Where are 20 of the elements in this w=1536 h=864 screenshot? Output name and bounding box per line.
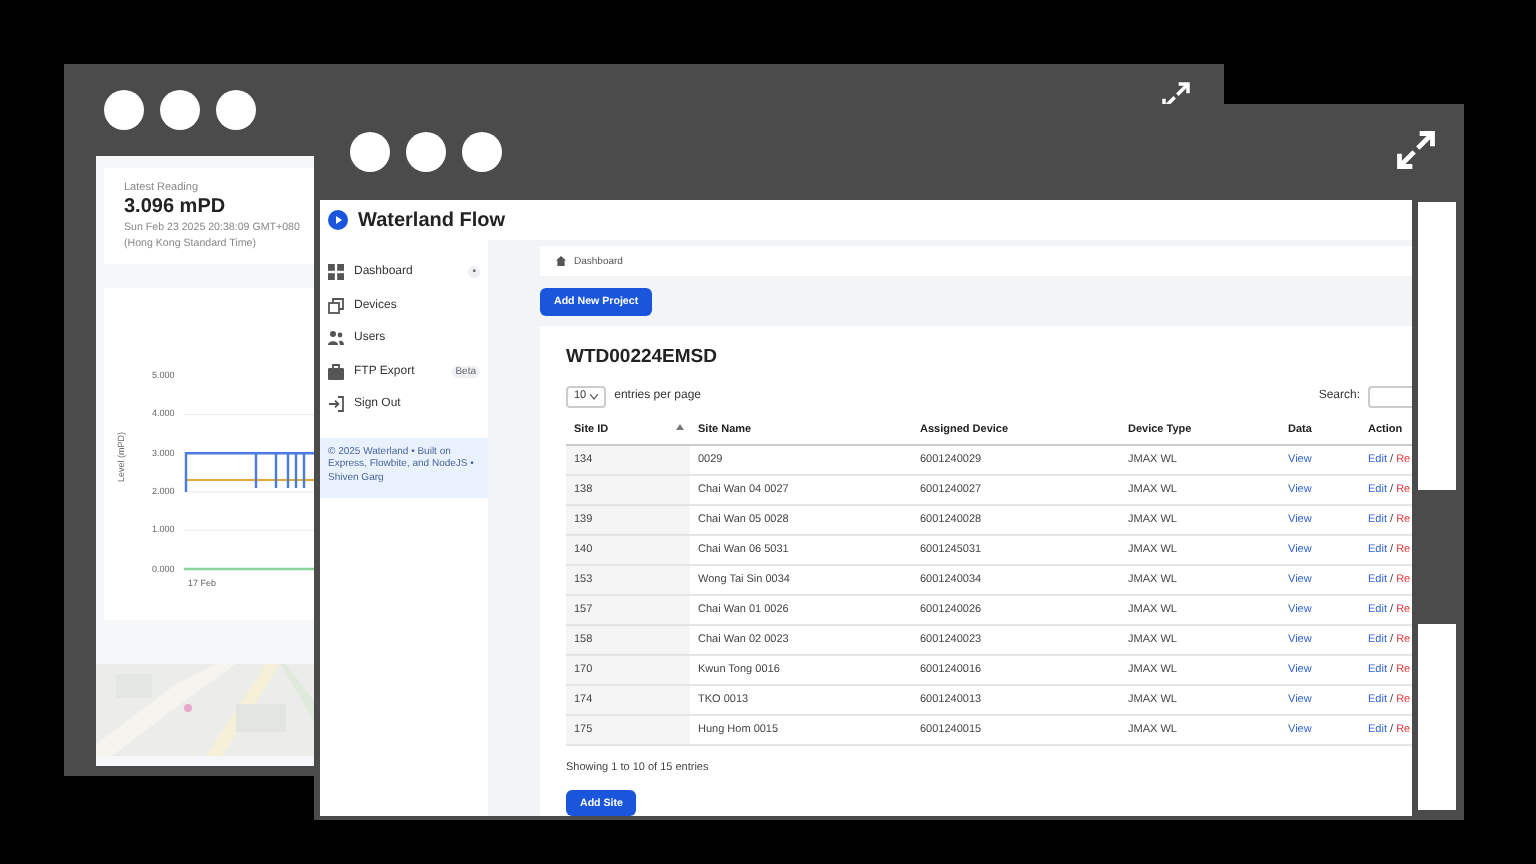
chevron-icon bbox=[590, 393, 599, 400]
windows-icon bbox=[328, 297, 344, 314]
window-control-icon[interactable] bbox=[216, 90, 256, 130]
reading-value: 3.096 mPD bbox=[124, 196, 228, 218]
grid-icon bbox=[328, 264, 344, 281]
sort-icon[interactable] bbox=[676, 424, 684, 435]
search-field[interactable] bbox=[1368, 385, 1412, 408]
expand-icon[interactable] bbox=[1394, 128, 1438, 172]
home-icon bbox=[556, 256, 566, 266]
project-title: WTD00224EMSD bbox=[566, 346, 719, 368]
app-title: Waterland Flow bbox=[358, 209, 506, 231]
briefcase-icon bbox=[328, 363, 344, 380]
window-control-icon[interactable] bbox=[350, 132, 390, 172]
window-control-icon[interactable] bbox=[160, 90, 200, 130]
sign-out-icon bbox=[328, 396, 344, 413]
window-control-icon[interactable] bbox=[406, 132, 446, 172]
window-control-icon[interactable] bbox=[462, 132, 502, 172]
window-control-icon[interactable] bbox=[104, 90, 144, 130]
logo-icon bbox=[328, 210, 348, 230]
users-icon bbox=[328, 330, 344, 347]
